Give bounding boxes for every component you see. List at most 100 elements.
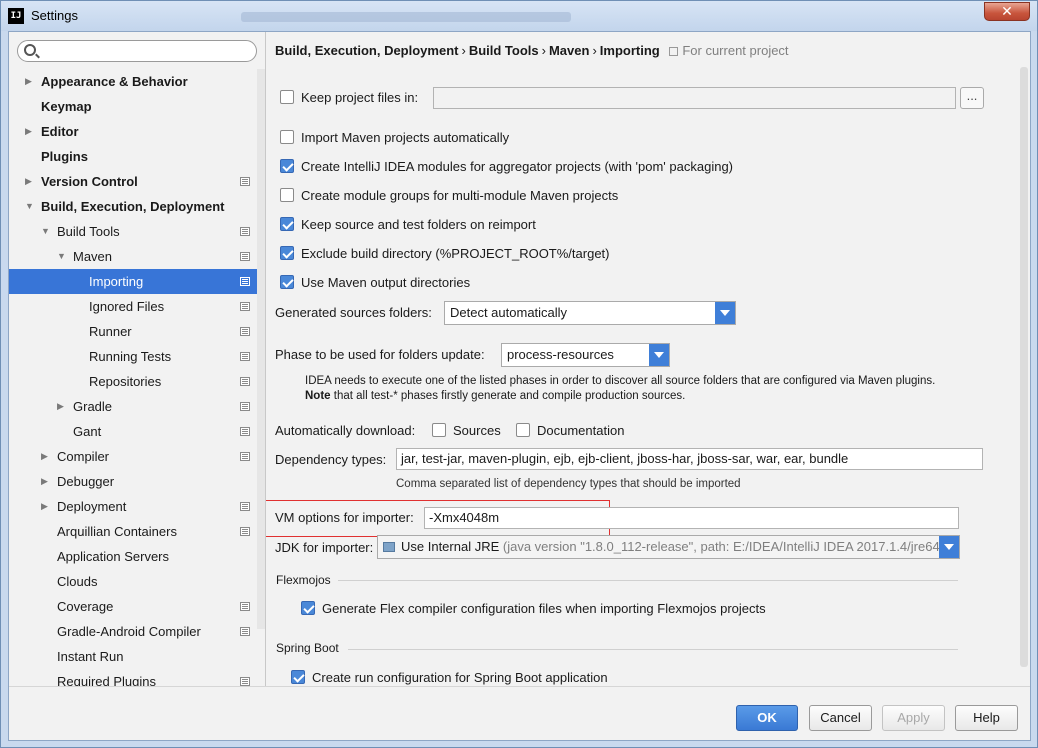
download-sources-checkbox[interactable] [432, 423, 446, 437]
create-module-groups-checkbox[interactable] [280, 188, 294, 202]
project-settings-icon [240, 627, 250, 636]
keep-project-files-row[interactable]: Keep project files in: [280, 88, 418, 108]
sidebar-item-label: Build Tools [57, 224, 120, 239]
sidebar-scrollbar[interactable] [257, 69, 265, 629]
sidebar-item-gant[interactable]: Gant [9, 419, 266, 444]
chevron-down-icon[interactable] [715, 302, 735, 324]
sidebar-item-gradle-android-compiler[interactable]: Gradle-Android Compiler [9, 619, 266, 644]
download-documentation-checkbox[interactable] [516, 423, 530, 437]
sidebar-item-version-control[interactable]: ▶ Version Control [9, 169, 266, 194]
generate-flex-config-checkbox[interactable] [301, 601, 315, 615]
generated-sources-combo[interactable]: Detect automatically [444, 301, 736, 325]
ok-button[interactable]: OK [736, 705, 798, 731]
sidebar-item-build-execution-deployment[interactable]: ▼ Build, Execution, Deployment [9, 194, 266, 219]
project-files-path-field[interactable] [433, 87, 956, 109]
sidebar-item-editor[interactable]: ▶ Editor [9, 119, 266, 144]
expand-arrow-right-icon[interactable]: ▶ [25, 69, 35, 94]
window-title: Settings [31, 8, 78, 23]
jdk-folder-icon [383, 542, 395, 552]
sidebar-item-label: Gradle-Android Compiler [57, 624, 201, 639]
import-maven-automatically-row[interactable]: Import Maven projects automatically [280, 128, 509, 148]
sidebar-item-coverage[interactable]: Coverage [9, 594, 266, 619]
help-button[interactable]: Help [955, 705, 1018, 731]
expand-arrow-right-icon[interactable]: ▶ [41, 494, 51, 519]
sidebar-item-gradle[interactable]: ▶ Gradle [9, 394, 266, 419]
project-settings-icon [240, 177, 250, 186]
sidebar-item-build-tools[interactable]: ▼ Build Tools [9, 219, 266, 244]
project-settings-icon [240, 377, 250, 386]
sidebar-item-maven[interactable]: ▼ Maven [9, 244, 266, 269]
sidebar-item-instant-run[interactable]: Instant Run [9, 644, 266, 669]
import-maven-automatically-checkbox[interactable] [280, 130, 294, 144]
generate-flex-config-row[interactable]: Generate Flex compiler configuration fil… [301, 599, 766, 619]
sidebar-item-application-servers[interactable]: Application Servers [9, 544, 266, 569]
sidebar-item-importing[interactable]: Importing [9, 269, 266, 294]
sidebar-item-label: Running Tests [89, 349, 172, 364]
sidebar-item-runner[interactable]: Runner [9, 319, 266, 344]
sidebar-item-arquillian-containers[interactable]: Arquillian Containers [9, 519, 266, 544]
download-sources-row[interactable]: Sources [432, 421, 501, 441]
sidebar-item-deployment[interactable]: ▶ Deployment [9, 494, 266, 519]
create-aggregator-modules-row[interactable]: Create IntelliJ IDEA modules for aggrega… [280, 157, 733, 177]
intellij-logo-icon: IJ [8, 8, 24, 24]
keep-source-folders-row[interactable]: Keep source and test folders on reimport [280, 215, 536, 235]
expand-arrow-right-icon[interactable]: ▶ [25, 119, 35, 144]
checkbox-label: Generate Flex compiler configuration fil… [322, 601, 766, 616]
use-maven-output-row[interactable]: Use Maven output directories [280, 273, 470, 293]
cancel-button[interactable]: Cancel [809, 705, 872, 731]
exclude-build-directory-row[interactable]: Exclude build directory (%PROJECT_ROOT%/… [280, 244, 609, 264]
breadcrumb-part: Maven [548, 43, 590, 58]
sidebar-item-running-tests[interactable]: Running Tests [9, 344, 266, 369]
create-aggregator-modules-checkbox[interactable] [280, 159, 294, 173]
spring-boot-run-config-checkbox[interactable] [291, 670, 305, 684]
blurred-background-title [241, 12, 571, 22]
close-window-button[interactable]: ✕ [984, 2, 1030, 21]
sidebar-item-label: Appearance & Behavior [41, 74, 188, 89]
checkbox-label: Import Maven projects automatically [301, 130, 510, 145]
spring-boot-group-title: Spring Boot [276, 641, 339, 655]
dialog-client: ▶ Appearance & Behavior Keymap ▶ Editor Plugi… [8, 31, 1031, 741]
chevron-down-icon[interactable] [649, 344, 669, 366]
search-input[interactable] [42, 43, 252, 59]
browse-button[interactable]: ... [960, 87, 984, 109]
settings-search[interactable] [17, 40, 257, 62]
project-settings-icon [240, 677, 250, 686]
expand-arrow-down-icon[interactable]: ▼ [25, 194, 35, 219]
sidebar-item-compiler[interactable]: ▶ Compiler [9, 444, 266, 469]
sidebar-item-repositories[interactable]: Repositories [9, 369, 266, 394]
phase-combo[interactable]: process-resources [501, 343, 670, 367]
project-settings-icon [240, 352, 250, 361]
sidebar-item-debugger[interactable]: ▶ Debugger [9, 469, 266, 494]
create-module-groups-row[interactable]: Create module groups for multi-module Ma… [280, 186, 618, 206]
expand-arrow-down-icon[interactable]: ▼ [57, 244, 67, 269]
sidebar-item-label: Version Control [41, 174, 138, 189]
use-maven-output-checkbox[interactable] [280, 275, 294, 289]
sidebar-item-appearance-behavior[interactable]: ▶ Appearance & Behavior [9, 69, 266, 94]
keep-source-folders-checkbox[interactable] [280, 217, 294, 231]
sidebar-item-plugins[interactable]: Plugins [9, 144, 266, 169]
sources-label: Sources [453, 423, 501, 438]
main-scrollbar[interactable] [1020, 67, 1028, 667]
expand-arrow-right-icon[interactable]: ▶ [25, 169, 35, 194]
sidebar-item-clouds[interactable]: Clouds [9, 569, 266, 594]
keep-project-files-checkbox[interactable] [280, 90, 294, 104]
chevron-down-icon[interactable] [939, 536, 959, 558]
expand-arrow-right-icon[interactable]: ▶ [41, 444, 51, 469]
vm-options-label: VM options for importer: [275, 510, 414, 525]
expand-arrow-down-icon[interactable]: ▼ [41, 219, 51, 244]
exclude-build-directory-checkbox[interactable] [280, 246, 294, 260]
sidebar-item-ignored-files[interactable]: Ignored Files [9, 294, 266, 319]
jdk-importer-combo[interactable]: Use Internal JRE (java version "1.8.0_11… [377, 535, 960, 559]
expand-arrow-right-icon[interactable]: ▶ [41, 469, 51, 494]
vm-options-field[interactable]: -Xmx4048m [424, 507, 959, 529]
spring-boot-run-config-row[interactable]: Create run configuration for Spring Boot… [291, 668, 608, 686]
apply-button[interactable]: Apply [882, 705, 945, 731]
download-documentation-row[interactable]: Documentation [516, 421, 624, 441]
sidebar-item-label: Gant [73, 424, 102, 439]
breadcrumb-separator: › [592, 43, 597, 58]
expand-arrow-right-icon[interactable]: ▶ [57, 394, 67, 419]
sidebar-item-keymap[interactable]: Keymap [9, 94, 266, 119]
title-bar: IJ Settings ✕ [1, 1, 1037, 31]
dependency-types-field[interactable]: jar, test-jar, maven-plugin, ejb, ejb-cl… [396, 448, 983, 470]
sidebar-item-required-plugins[interactable]: Required Plugins [9, 669, 266, 686]
